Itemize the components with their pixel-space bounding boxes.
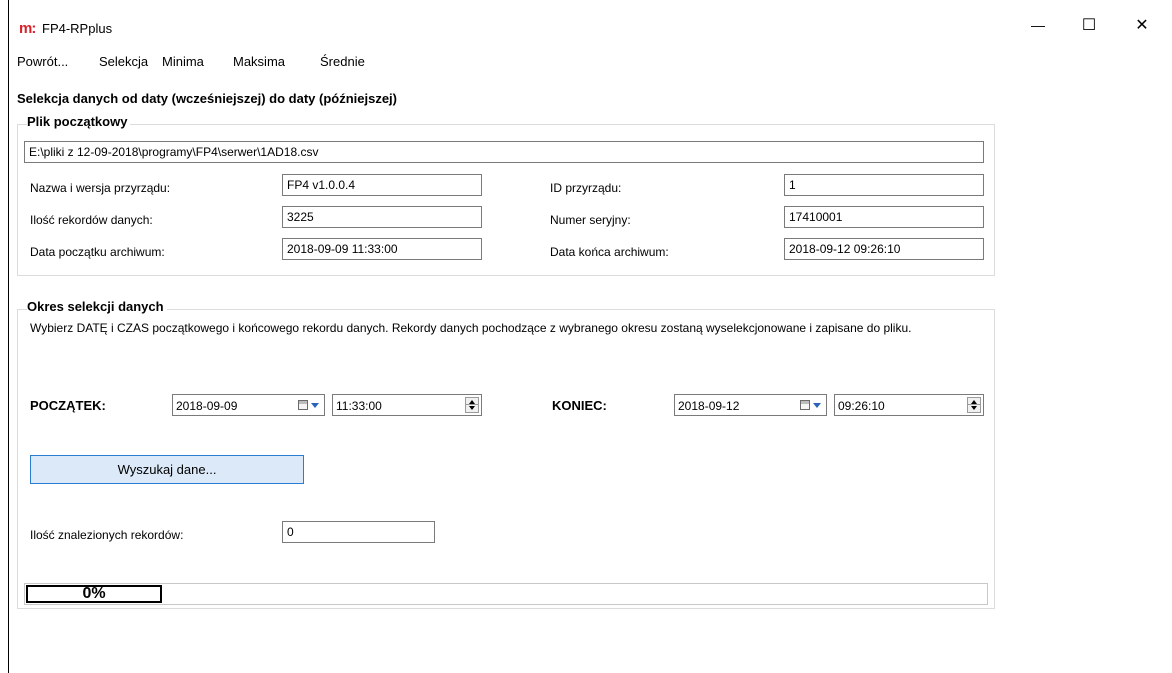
window-border xyxy=(8,0,9,673)
page-title: Selekcja danych od daty (wcześniejszej) … xyxy=(17,91,397,106)
menu-item-maksima[interactable]: Maksima xyxy=(233,54,285,69)
start-date-dropdown[interactable] xyxy=(298,398,320,412)
calendar-icon xyxy=(800,400,810,410)
menu-item-powrot[interactable]: Powrót... xyxy=(17,54,68,69)
device-id-label: ID przyrządu: xyxy=(550,181,622,195)
end-time-spinner[interactable]: 09:26:10 xyxy=(834,394,984,416)
archive-start-field[interactable]: 2018-09-09 11:33:00 xyxy=(282,238,482,260)
app-logo-icon: m: xyxy=(19,20,36,37)
archive-end-label: Data końca archiwum: xyxy=(550,245,669,259)
device-name-label: Nazwa i wersja przyrządu: xyxy=(30,181,171,195)
minimize-button[interactable]: — xyxy=(1015,10,1061,40)
start-date-picker[interactable]: 2018-09-09 xyxy=(172,394,325,416)
close-icon: ✕ xyxy=(1135,17,1149,34)
spin-updown-icon[interactable] xyxy=(465,397,479,413)
record-count-label: Ilość rekordów danych: xyxy=(30,213,153,227)
chevron-down-icon xyxy=(813,402,821,408)
maximize-button[interactable]: ☐ xyxy=(1066,10,1112,40)
archive-start-label: Data początku archiwum: xyxy=(30,245,165,259)
close-button[interactable]: ✕ xyxy=(1119,10,1165,40)
archive-end-field[interactable]: 2018-09-12 09:26:10 xyxy=(784,238,984,260)
device-name-field[interactable]: FP4 v1.0.0.4 xyxy=(282,174,482,196)
menu-item-srednie[interactable]: Średnie xyxy=(320,54,365,69)
source-file-path-field[interactable]: E:\pliki z 12-09-2018\programy\FP4\serwe… xyxy=(24,141,984,163)
calendar-icon xyxy=(298,400,308,410)
selection-description: Wybierz DATĘ i CZAS początkowego i końco… xyxy=(30,321,912,335)
progress-percent-label: 0% xyxy=(26,585,162,603)
menu-item-minima[interactable]: Minima xyxy=(162,54,204,69)
found-records-field[interactable]: 0 xyxy=(282,521,435,543)
search-data-button[interactable]: Wyszukaj dane... xyxy=(30,455,304,484)
start-label: POCZĄTEK: xyxy=(30,398,106,413)
start-time-spinner[interactable]: 11:33:00 xyxy=(332,394,482,416)
end-date-dropdown[interactable] xyxy=(800,398,822,412)
spin-down-icon xyxy=(469,406,475,410)
end-date-value: 2018-09-12 xyxy=(678,399,740,413)
progress-bar: 0% xyxy=(24,583,988,605)
record-count-field[interactable]: 3225 xyxy=(282,206,482,228)
start-time-value: 11:33:00 xyxy=(336,399,382,413)
serial-number-label: Numer seryjny: xyxy=(550,213,631,227)
title-bar: m: FP4-RPplus — ☐ ✕ xyxy=(9,0,1172,44)
selection-group-title: Okres selekcji danych xyxy=(27,299,167,314)
end-label: KONIEC: xyxy=(552,398,607,413)
chevron-down-icon xyxy=(311,402,319,408)
source-file-group-title: Plik początkowy xyxy=(27,114,131,129)
end-date-picker[interactable]: 2018-09-12 xyxy=(674,394,827,416)
window-title: FP4-RPplus xyxy=(42,21,113,36)
maximize-icon: ☐ xyxy=(1081,17,1097,34)
spin-down-icon xyxy=(971,406,977,410)
minimize-icon: — xyxy=(1031,17,1045,33)
found-records-label: Ilość znalezionych rekordów: xyxy=(30,528,184,542)
serial-number-field[interactable]: 17410001 xyxy=(784,206,984,228)
device-id-field[interactable]: 1 xyxy=(784,174,984,196)
start-date-value: 2018-09-09 xyxy=(176,399,238,413)
spin-updown-icon[interactable] xyxy=(967,397,981,413)
menu-item-selekcja[interactable]: Selekcja xyxy=(99,54,148,69)
end-time-value: 09:26:10 xyxy=(838,399,885,413)
